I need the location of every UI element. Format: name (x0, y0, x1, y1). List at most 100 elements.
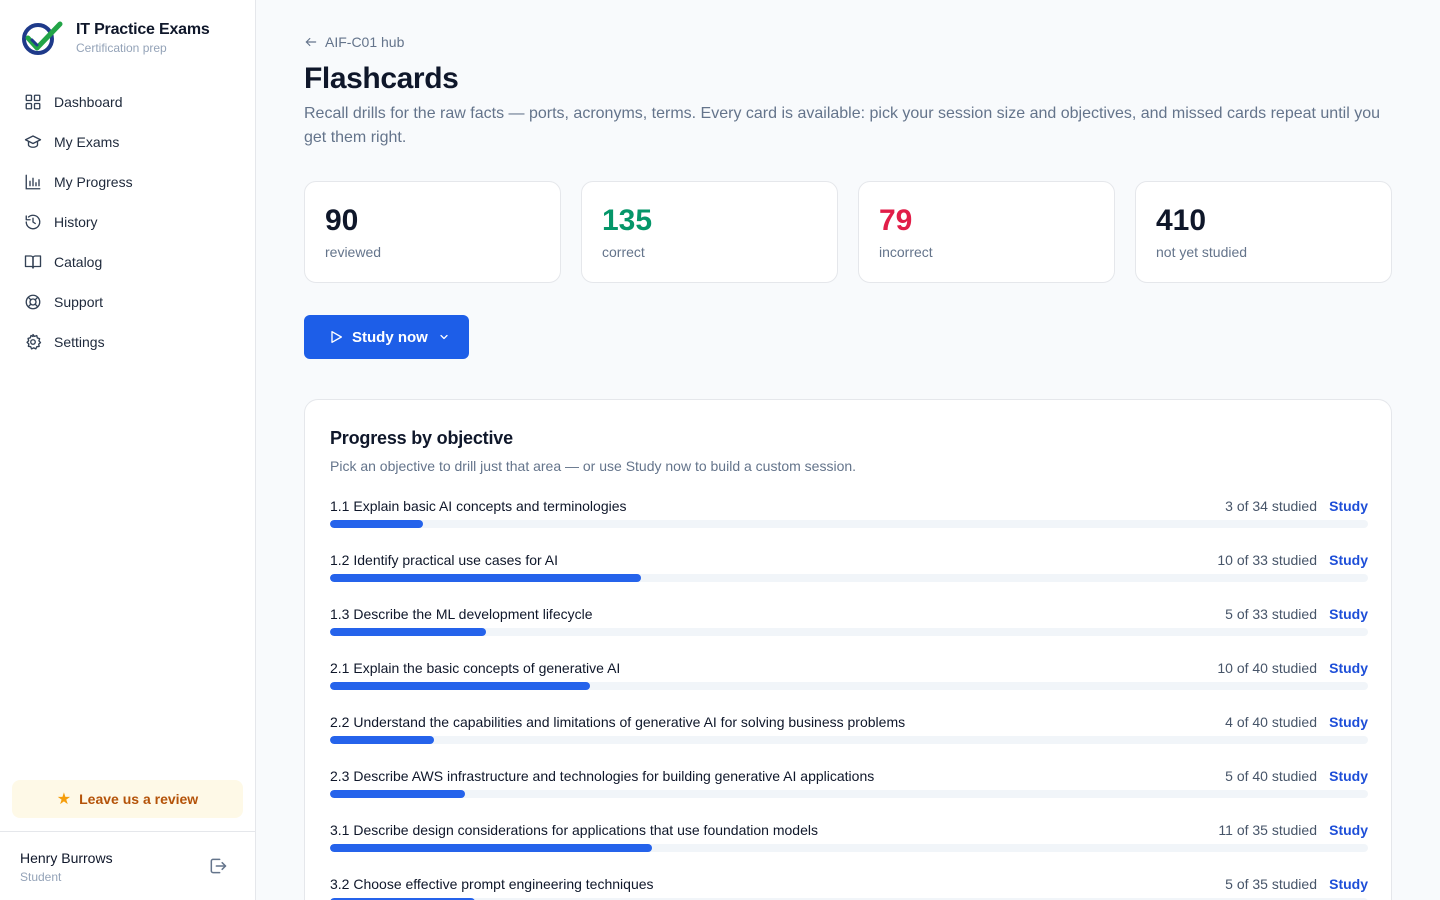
objective-name: 2.1 Explain the basic concepts of genera… (330, 660, 621, 676)
objective-count: 10 of 40 studied (1217, 660, 1317, 676)
objective-count: 4 of 40 studied (1225, 714, 1317, 730)
book-open-icon (24, 253, 42, 271)
leave-review-label: Leave us a review (79, 791, 199, 807)
objective-progress-fill (330, 628, 486, 636)
objective-name: 1.1 Explain basic AI concepts and termin… (330, 498, 627, 514)
sidebar-item-settings[interactable]: Settings (12, 322, 244, 362)
objective-row: 3.1 Describe design considerations for a… (330, 822, 1368, 862)
page-description: Recall drills for the raw facts — ports,… (304, 105, 1380, 146)
objective-name: 1.3 Describe the ML development lifecycl… (330, 606, 593, 622)
sidebar-item-label: Settings (54, 334, 105, 350)
objective-row: 2.2 Understand the capabilities and limi… (330, 714, 1368, 754)
logo-icon (22, 21, 63, 55)
brand[interactable]: IT Practice Exams Certification prep (20, 20, 210, 56)
objective-study-link[interactable]: Study (1329, 876, 1368, 892)
sidebar-item-dashboard[interactable]: Dashboard (12, 82, 244, 122)
leave-review-button[interactable]: ★ Leave us a review (12, 780, 243, 818)
stat-card-incorrect: 79 incorrect (858, 181, 1115, 283)
brand-title: IT Practice Exams (76, 21, 210, 38)
chevron-down-icon (438, 331, 450, 343)
objective-study-link[interactable]: Study (1329, 606, 1368, 622)
back-link-label: AIF-C01 hub (325, 34, 405, 50)
play-icon (328, 329, 344, 345)
history-icon (24, 213, 42, 231)
sidebar-item-label: Catalog (54, 254, 103, 270)
sidebar-item-my-exams[interactable]: My Exams (12, 122, 244, 162)
stat-card-not-studied: 410 not yet studied (1135, 181, 1392, 283)
study-now-label: Study now (352, 328, 428, 346)
objective-row: 1.2 Identify practical use cases for AI … (330, 552, 1368, 592)
life-buoy-icon (24, 293, 42, 311)
objective-study-link[interactable]: Study (1329, 660, 1368, 676)
study-now-button[interactable]: Study now (304, 315, 469, 359)
objective-progress-fill (330, 844, 652, 852)
objective-name: 2.3 Describe AWS infrastructure and tech… (330, 768, 875, 784)
objective-progress-fill (330, 790, 465, 798)
objectives-title: Progress by objective (330, 428, 513, 448)
stat-label: not yet studied (1156, 244, 1248, 260)
objective-row: 1.1 Explain basic AI concepts and termin… (330, 498, 1368, 538)
sidebar-item-label: My Progress (54, 174, 133, 190)
stat-value: 79 (879, 204, 913, 237)
sidebar-item-catalog[interactable]: Catalog (12, 242, 244, 282)
objective-progress-track (330, 628, 1368, 636)
sidebar-item-label: History (54, 214, 98, 230)
objective-progress-fill (330, 682, 590, 690)
brand-subtitle: Certification prep (76, 41, 167, 55)
objective-row: 3.2 Choose effective prompt engineering … (330, 876, 1368, 900)
objective-study-link[interactable]: Study (1329, 498, 1368, 514)
objectives-subtitle: Pick an objective to drill just that are… (330, 458, 857, 474)
objective-progress-fill (330, 520, 424, 528)
objective-progress-fill (330, 736, 434, 744)
objective-name: 2.2 Understand the capabilities and limi… (330, 714, 906, 730)
stats-row: 90 reviewed 135 correct 79 incorrect 410… (304, 181, 1392, 283)
stat-label: incorrect (879, 244, 933, 260)
objective-row: 2.3 Describe AWS infrastructure and tech… (330, 768, 1368, 808)
sidebar-item-history[interactable]: History (12, 202, 244, 242)
bar-chart-icon (24, 173, 42, 191)
gear-icon (24, 333, 42, 351)
sidebar-item-label: Dashboard (54, 94, 123, 110)
objective-study-link[interactable]: Study (1329, 768, 1368, 784)
back-link[interactable]: AIF-C01 hub (304, 34, 404, 50)
user-profile: Henry Burrows Student (20, 850, 113, 884)
sidebar: IT Practice Exams Certification prep Das… (0, 0, 256, 900)
objective-study-link[interactable]: Study (1329, 552, 1368, 568)
user-name: Henry Burrows (20, 850, 113, 866)
sidebar-item-support[interactable]: Support (12, 282, 244, 322)
divider (0, 831, 255, 832)
objective-progress-track (330, 682, 1368, 690)
sidebar-item-my-progress[interactable]: My Progress (12, 162, 244, 202)
objective-count: 5 of 35 studied (1225, 876, 1317, 892)
objective-name: 3.1 Describe design considerations for a… (330, 822, 818, 838)
objective-count: 11 of 35 studied (1218, 822, 1317, 838)
objective-count: 5 of 33 studied (1225, 606, 1317, 622)
stat-label: reviewed (325, 244, 382, 260)
objective-count: 3 of 34 studied (1225, 498, 1317, 514)
objective-progress-track (330, 790, 1368, 798)
stat-value: 90 (325, 204, 359, 237)
star-icon: ★ (56, 791, 72, 808)
objective-progress-fill (330, 574, 642, 582)
user-role: Student (20, 870, 62, 884)
objective-progress-track (330, 736, 1368, 744)
objective-study-link[interactable]: Study (1329, 714, 1368, 730)
objective-progress-track (330, 520, 1368, 528)
logout-icon[interactable] (208, 856, 228, 876)
objective-count: 10 of 33 studied (1217, 552, 1317, 568)
objective-row: 1.3 Describe the ML development lifecycl… (330, 606, 1368, 646)
graduation-cap-icon (24, 133, 42, 151)
objective-row: 2.1 Explain the basic concepts of genera… (330, 660, 1368, 700)
objectives-card: Progress by objective Pick an objective … (304, 399, 1392, 900)
stat-card-reviewed: 90 reviewed (304, 181, 561, 283)
stat-value: 135 (602, 204, 653, 237)
stat-label: correct (602, 244, 645, 260)
objective-name: 3.2 Choose effective prompt engineering … (330, 876, 654, 892)
arrow-left-icon (305, 37, 317, 47)
sidebar-item-label: Support (54, 294, 104, 310)
objective-count: 5 of 40 studied (1225, 768, 1317, 784)
objective-name: 1.2 Identify practical use cases for AI (330, 552, 559, 568)
page-title: Flashcards (304, 62, 459, 95)
stat-value: 410 (1156, 204, 1207, 237)
objective-study-link[interactable]: Study (1329, 822, 1368, 838)
